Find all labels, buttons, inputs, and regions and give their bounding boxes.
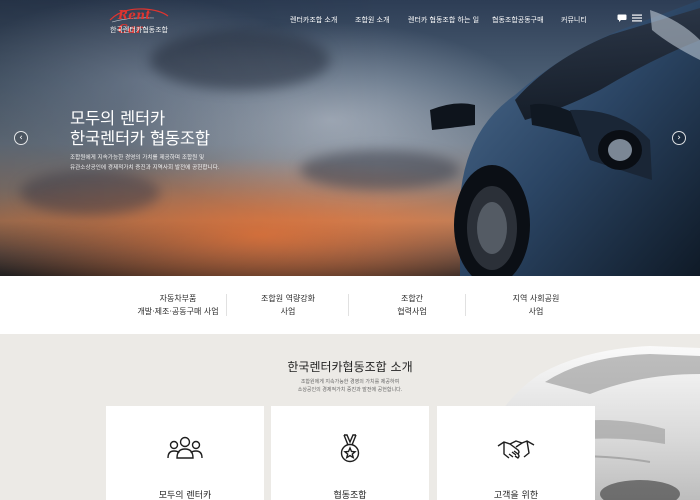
nav-item-community[interactable]: 커뮤니티 bbox=[561, 15, 587, 25]
hero-title: 모두의 렌터카 한국렌터카 협동조합 bbox=[70, 109, 210, 149]
card-title: 모두의 렌터카 bbox=[158, 491, 212, 500]
card-title: 고객을 위한 bbox=[493, 491, 539, 500]
intro-description: 조합원에게 지속가능한 경영의 가치를 제공하여 소상공인의 경제적가치 증진과… bbox=[0, 378, 700, 394]
hero-banner: Rent Car 한국렌터카협동조합 렌터카조합 소개 조합원 소개 렌터카 협… bbox=[0, 0, 700, 276]
business-item-community[interactable]: 지역 사회공원 사업 bbox=[461, 292, 611, 318]
nav-item-group-purchase[interactable]: 협동조합공동구매 bbox=[492, 15, 544, 25]
business-item-line1: 지역 사회공원 bbox=[512, 294, 560, 303]
hero-title-line2: 한국렌터카 협동조합 bbox=[70, 129, 210, 148]
business-item-line2: 사업 bbox=[528, 307, 544, 316]
intro-desc-line1: 조합원에게 지속가능한 경영의 가치를 제공하여 bbox=[300, 379, 400, 385]
hero-description: 조합원에게 지속가능한 경영의 가치를 제공하며 조합원 및 유관소상공인에 경… bbox=[70, 153, 220, 173]
intro-section: 한국렌터카협동조합 소개 조합원에게 지속가능한 경영의 가치를 제공하여 소상… bbox=[0, 334, 700, 500]
menu-icon[interactable] bbox=[632, 14, 642, 22]
handshake-icon bbox=[497, 440, 535, 459]
nav-item-members[interactable]: 조합원 소개 bbox=[355, 15, 389, 25]
nav-item-about[interactable]: 렌터카조합 소개 bbox=[290, 15, 337, 25]
slider-next-button[interactable]: › bbox=[672, 131, 686, 145]
intro-card-cooperative[interactable]: 협동조합 bbox=[271, 406, 429, 500]
people-icon bbox=[167, 436, 203, 459]
nav-item-activities[interactable]: 렌터카 협동조합 하는 일 bbox=[408, 15, 479, 25]
intro-title: 한국렌터카협동조합 소개 bbox=[287, 360, 413, 374]
intro-desc-line2: 소상공인의 경제적가치 증진과 발전에 공헌합니다. bbox=[297, 387, 403, 393]
hero-desc-line2: 유관소상공인에 경제적가치 증진과 지역사회 발전에 공헌합니다. bbox=[70, 165, 220, 171]
slider-prev-button[interactable]: ‹ bbox=[14, 131, 28, 145]
intro-card-rentcar[interactable]: 모두의 렌터카 bbox=[106, 406, 264, 500]
hero-title-line1: 모두의 렌터카 bbox=[70, 109, 165, 128]
logo-subtitle: 한국렌터카협동조합 bbox=[110, 26, 168, 34]
hero-car-image bbox=[430, 0, 700, 276]
chat-icon[interactable] bbox=[617, 14, 627, 22]
hero-desc-line1: 조합원에게 지속가능한 경영의 가치를 제공하며 조합원 및 bbox=[70, 155, 205, 161]
intro-card-customer[interactable]: 고객을 위한 bbox=[437, 406, 595, 500]
business-strip: 자동차부품 개발·제조·공동구매 사업 조합원 역량강화 사업 조합간 협력사업… bbox=[0, 276, 700, 334]
card-title: 협동조합 bbox=[333, 491, 367, 500]
medal-icon bbox=[340, 434, 360, 463]
site-logo[interactable]: Rent Car 한국렌터카협동조합 bbox=[108, 6, 170, 38]
